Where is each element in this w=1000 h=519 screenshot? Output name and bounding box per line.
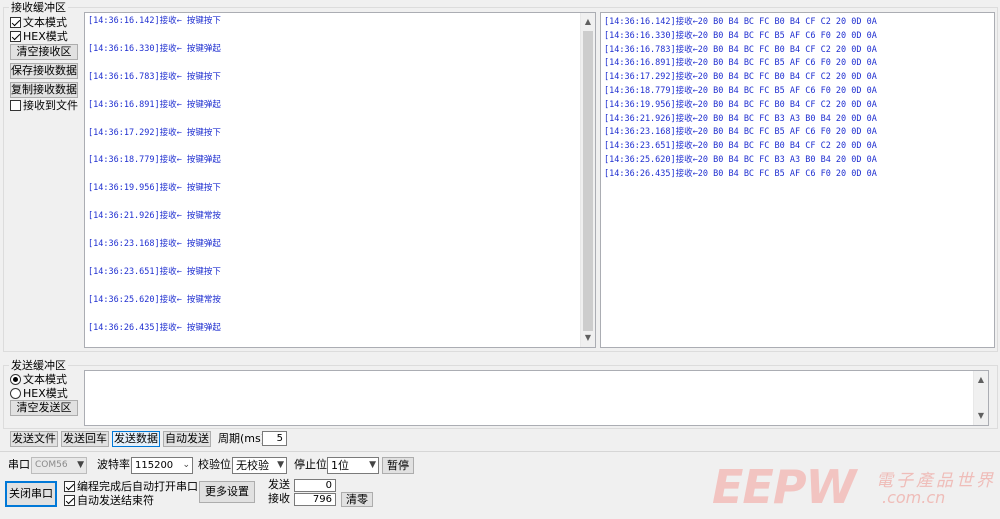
chevron-down-icon: ▼: [77, 460, 84, 470]
chevron-down-icon: ⌄: [182, 460, 190, 470]
receive-hex-line: [14:36:16.142]接收←20 B0 B4 BC FC B0 B4 CF…: [604, 17, 877, 27]
send-file-button[interactable]: 发送文件: [10, 431, 58, 447]
receive-hex-line: [14:36:18.779]接收←20 B0 B4 BC FC B5 AF C6…: [604, 85, 877, 96]
radio-checked-icon: [10, 374, 21, 385]
sent-count-label: 发送: [268, 478, 290, 491]
receive-hex-line: [14:36:26.435]接收←20 B0 B4 BC FC B5 AF C6…: [604, 168, 877, 179]
receive-hex-line: [14:36:21.926]接收←20 B0 B4 BC FC B3 A3 B0…: [604, 113, 877, 124]
radio-unchecked-icon: [10, 388, 21, 399]
send-return-button[interactable]: 发送回车: [61, 431, 109, 447]
period-input[interactable]: 5: [262, 431, 287, 446]
period-label: 周期(ms): [218, 432, 266, 445]
auto-end-char-checkbox[interactable]: 自动发送结束符: [64, 494, 154, 507]
send-text-area[interactable]: ▲ ▼: [84, 370, 989, 426]
copy-receive-button[interactable]: 复制接收数据: [10, 82, 78, 98]
scroll-up-icon[interactable]: ▲: [974, 373, 988, 387]
receive-text-line: [14:36:18.779]接收← 按键弹起: [88, 155, 221, 166]
receive-hex-line: [14:36:23.168]接收←20 B0 B4 BC FC B5 AF C6…: [604, 127, 877, 138]
scroll-down-icon[interactable]: ▼: [581, 331, 595, 345]
close-port-button[interactable]: 关闭串口: [5, 481, 57, 507]
recv-count-label: 接收: [268, 492, 290, 505]
watermark-brand: EEPW: [712, 460, 856, 514]
clear-receive-button[interactable]: 清空接收区: [10, 44, 78, 60]
auto-open-port-checkbox[interactable]: 编程完成后自动打开串口: [64, 480, 198, 493]
receive-text-line: [14:36:19.956]接收← 按键按下: [88, 183, 221, 194]
receive-to-file-checkbox[interactable]: 接收到文件: [10, 99, 78, 112]
receive-hex-line: [14:36:17.292]接收←20 B0 B4 BC FC B0 B4 CF…: [604, 72, 877, 83]
checkbox-checked-icon: [64, 495, 75, 506]
stop-bits-select[interactable]: 1位 ▼: [327, 457, 379, 474]
recv-count-value: 796: [294, 493, 336, 506]
scrollbar-thumb[interactable]: [583, 31, 593, 331]
send-scrollbar[interactable]: ▲ ▼: [973, 371, 988, 425]
checkbox-checked-icon: [10, 31, 21, 42]
receive-hex-line: [14:36:16.330]接收←20 B0 B4 BC FC B5 AF C6…: [604, 30, 877, 41]
stop-bits-label: 停止位: [294, 458, 327, 471]
send-hex-mode-radio[interactable]: HEX模式: [10, 387, 68, 400]
chevron-down-icon: ▼: [277, 460, 284, 470]
receive-text-area[interactable]: [14:36:16.142]接收← 按键按下 [14:36:16.330]接收← …: [84, 12, 596, 348]
receive-hex-area[interactable]: [14:36:16.142]接收←20 B0 B4 BC FC B0 B4 CF…: [600, 12, 995, 348]
parity-select[interactable]: 无校验 ▼: [232, 457, 287, 474]
receive-text-line: [14:36:26.435]接收← 按键弹起: [88, 322, 221, 333]
receive-text-line: [14:36:23.168]接收← 按键弹起: [88, 239, 221, 250]
receive-text-line: [14:36:16.142]接收← 按键按下: [88, 16, 221, 26]
send-text-mode-radio[interactable]: 文本模式: [10, 373, 67, 386]
send-group-title: 发送缓冲区: [9, 359, 68, 372]
baud-label: 波特率: [97, 458, 130, 471]
eepw-watermark-logo: EEPW 電子產品世界 .com.cn: [712, 458, 998, 516]
receive-hex-mode-checkbox[interactable]: HEX模式: [10, 30, 68, 43]
chevron-down-icon: ▼: [369, 460, 376, 470]
sent-count-value: 0: [294, 479, 336, 492]
more-settings-button[interactable]: 更多设置: [199, 481, 255, 503]
auto-send-button[interactable]: 自动发送: [163, 431, 211, 447]
receive-text-line: [14:36:21.926]接收← 按键常按: [88, 211, 221, 222]
checkbox-checked-icon: [64, 481, 75, 492]
receive-text-line: [14:36:17.292]接收← 按键按下: [88, 127, 221, 138]
port-select[interactable]: COM56 ▼: [31, 457, 87, 474]
divider: [0, 451, 1000, 452]
receive-text-line: [14:36:25.620]接收← 按键常按: [88, 294, 221, 305]
scroll-up-icon[interactable]: ▲: [581, 15, 595, 29]
receive-text-mode-checkbox[interactable]: 文本模式: [10, 16, 67, 29]
receive-hex-line: [14:36:25.620]接收←20 B0 B4 BC FC B3 A3 B0…: [604, 154, 877, 165]
scroll-down-icon[interactable]: ▼: [974, 409, 988, 423]
receive-hex-line: [14:36:19.956]接收←20 B0 B4 BC FC B0 B4 CF…: [604, 99, 877, 110]
receive-text-line: [14:36:16.891]接收← 按键弹起: [88, 99, 221, 110]
checkbox-checked-icon: [10, 17, 21, 28]
checkbox-unchecked-icon: [10, 100, 21, 111]
port-label: 串口: [8, 458, 30, 471]
receive-text-line: [14:36:16.783]接收← 按键按下: [88, 71, 221, 82]
receive-hex-line: [14:36:23.651]接收←20 B0 B4 BC FC B0 B4 CF…: [604, 141, 877, 152]
receive-hex-line: [14:36:16.783]接收←20 B0 B4 BC FC B0 B4 CF…: [604, 44, 877, 55]
watermark-url: .com.cn: [882, 488, 946, 507]
receive-text-line: [14:36:23.651]接收← 按键按下: [88, 267, 221, 278]
receive-text-lines: [14:36:16.142]接收← 按键按下 [14:36:16.330]接收← …: [88, 16, 221, 347]
receive-hex-lines: [14:36:16.142]接收←20 B0 B4 BC FC B0 B4 CF…: [604, 17, 877, 183]
receive-text-scrollbar[interactable]: ▲ ▼: [580, 13, 595, 347]
receive-hex-line: [14:36:16.891]接收←20 B0 B4 BC FC B5 AF C6…: [604, 58, 877, 69]
clear-send-button[interactable]: 清空发送区: [10, 400, 78, 416]
receive-text-line: [14:36:16.330]接收← 按键弹起: [88, 43, 221, 54]
send-data-button[interactable]: 发送数据: [112, 431, 160, 447]
pause-button[interactable]: 暂停: [382, 457, 414, 474]
save-receive-button[interactable]: 保存接收数据: [10, 63, 78, 79]
baud-select[interactable]: 115200 ⌄: [131, 457, 193, 474]
receive-group-title: 接收缓冲区: [9, 1, 68, 14]
clear-count-button[interactable]: 清零: [341, 492, 373, 507]
parity-label: 校验位: [198, 458, 231, 471]
